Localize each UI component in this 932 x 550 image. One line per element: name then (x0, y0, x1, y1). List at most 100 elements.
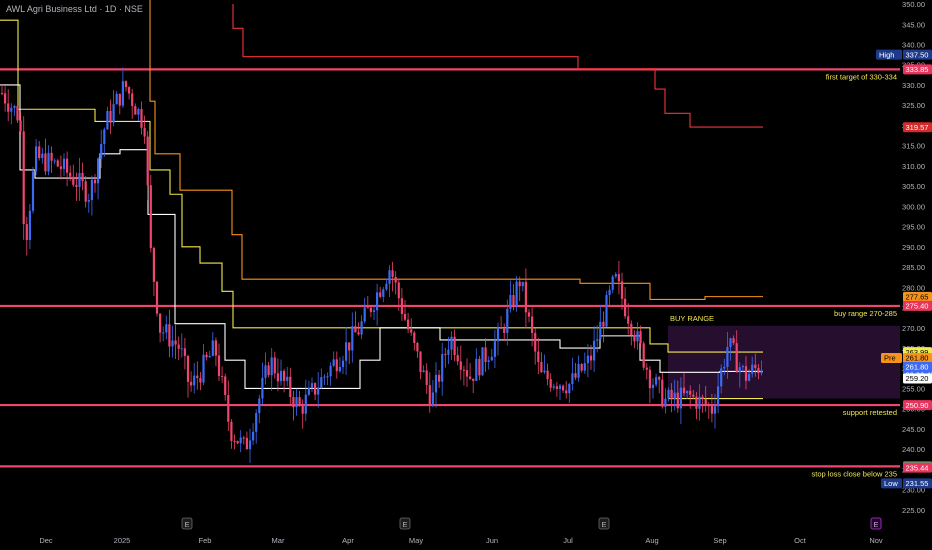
price-tick-label: 295.00 (902, 223, 925, 232)
level-annotation: support retested (843, 408, 897, 417)
candle-body (72, 176, 75, 185)
candle-body (351, 326, 354, 351)
candle-body (298, 397, 301, 406)
time-tick-label: 2025 (114, 536, 131, 545)
candle-body (372, 310, 376, 312)
candle-body (341, 360, 345, 367)
candle-body (478, 358, 481, 376)
candle-body (642, 343, 645, 368)
candle-body (658, 377, 661, 380)
candle-body (459, 361, 462, 370)
candle-body (329, 365, 332, 377)
earnings-marker-label: E (873, 520, 878, 529)
candle-body (155, 281, 159, 314)
candle-body (524, 281, 527, 313)
candle-body (264, 365, 267, 378)
candle-body (760, 370, 763, 374)
candle-body (196, 375, 199, 379)
buy-zone-rect (668, 325, 900, 399)
candle-body (140, 109, 143, 128)
candle-body (124, 81, 128, 88)
candle-body (227, 395, 230, 422)
candle-body (729, 338, 732, 348)
candle-body (543, 370, 546, 373)
candle-body (385, 283, 388, 290)
candle-body (93, 179, 97, 184)
candle-body (363, 307, 366, 322)
candle-body (270, 357, 273, 376)
candle-body (549, 379, 552, 388)
candle-body (735, 343, 738, 373)
candle-body (614, 274, 617, 277)
candle-body (75, 184, 78, 187)
candle-body (741, 366, 744, 368)
candle-body (248, 440, 252, 450)
candle-body (7, 103, 10, 112)
candle-body (84, 181, 87, 202)
price-badge-value: 235.44 (906, 463, 929, 472)
candle-body (208, 355, 211, 358)
price-tick-label: 310.00 (902, 162, 925, 171)
candle-body (376, 292, 379, 311)
candle-body (230, 421, 233, 441)
candle-body (332, 359, 335, 366)
candle-body (748, 373, 751, 381)
candle-body (692, 394, 695, 397)
candle-body (512, 295, 515, 306)
price-tick-label: 280.00 (902, 283, 925, 292)
candle-body (720, 368, 723, 387)
time-tick-label: Apr (342, 536, 354, 545)
candle-body (496, 327, 500, 342)
level-annotation: buy range 270-285 (834, 309, 897, 318)
candle-body (732, 338, 735, 344)
candle-body (593, 340, 596, 361)
time-tick-label: Nov (869, 536, 883, 545)
candle-body (97, 158, 100, 184)
candle-body (673, 392, 676, 400)
candle-body (744, 366, 748, 381)
candle-body (252, 431, 255, 441)
candle-body (667, 389, 670, 399)
candle-body (754, 364, 757, 368)
candle-body (726, 347, 729, 367)
candle-body (490, 356, 493, 361)
candle-body (410, 329, 413, 333)
price-chart[interactable]: BUY RANGE first target of 330-334 buy ran… (0, 0, 932, 550)
candle-body (620, 281, 624, 299)
candle-body (186, 355, 190, 382)
time-tick-label: Aug (645, 536, 658, 545)
candle-body (121, 81, 124, 106)
price-badge-value: 333.85 (906, 65, 929, 74)
candle-body (518, 281, 521, 287)
price-tick-label: 345.00 (902, 20, 925, 29)
candle-body (13, 105, 16, 108)
candle-body (670, 389, 673, 400)
candle-body (636, 331, 639, 342)
candle-body (462, 369, 465, 371)
candle-body (484, 347, 487, 362)
candle-body (493, 341, 496, 357)
candle-body (307, 387, 310, 395)
candle-body (701, 396, 704, 399)
candle-body (571, 373, 574, 384)
candle-body (16, 105, 19, 121)
candle-body (369, 307, 372, 312)
candle-body (320, 377, 323, 388)
candle-body (682, 387, 686, 394)
price-badge-value: 275.40 (906, 302, 929, 311)
candle-body (534, 333, 537, 352)
candle-body (627, 316, 630, 324)
buy-zone-label: BUY RANGE (670, 314, 714, 323)
price-tick-label: 245.00 (902, 425, 925, 434)
price-tick-label: 270.00 (902, 324, 925, 333)
candle-body (574, 373, 577, 378)
earnings-marker-label: E (601, 520, 606, 529)
candle-body (276, 373, 279, 382)
candle-body (555, 386, 558, 389)
candle-body (118, 93, 121, 106)
candle-body (611, 276, 614, 290)
price-tick-label: 255.00 (902, 384, 925, 393)
candle-body (239, 437, 242, 444)
candle-body (751, 364, 754, 374)
candle-body (69, 172, 72, 177)
